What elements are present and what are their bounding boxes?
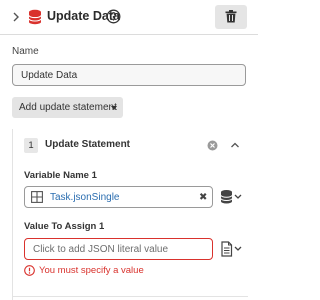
chevron-right-icon[interactable] xyxy=(11,11,21,23)
database-dropdown-icon[interactable] xyxy=(220,189,242,205)
help-icon[interactable] xyxy=(106,9,121,24)
chevron-up-icon[interactable] xyxy=(230,141,240,149)
trash-icon xyxy=(225,10,237,23)
value-to-assign-label: Value To Assign 1 xyxy=(24,221,105,232)
statement-title: Update Statement xyxy=(45,139,131,150)
database-icon xyxy=(28,9,42,25)
name-input[interactable]: Update Data xyxy=(12,64,246,86)
clear-icon[interactable]: ✖ xyxy=(199,193,207,203)
update-statement-section: 1 Update Statement Variable Name 1 Task.… xyxy=(12,129,248,300)
name-label: Name xyxy=(12,46,39,57)
table-icon xyxy=(31,191,43,203)
section-divider xyxy=(13,296,248,297)
error-message: You must specify a value xyxy=(39,265,144,276)
header-divider xyxy=(0,34,258,35)
statement-number-badge: 1 xyxy=(24,138,38,153)
variable-name-value: Task.jsonSingle xyxy=(50,192,120,203)
variable-name-field[interactable]: Task.jsonSingle ✖ xyxy=(24,186,213,208)
error-icon xyxy=(24,265,35,276)
add-update-statement-label: Add update statement xyxy=(19,102,117,113)
panel-header: Update Data xyxy=(0,0,258,34)
document-dropdown-icon[interactable] xyxy=(220,241,242,257)
delete-button[interactable] xyxy=(215,5,247,29)
update-data-panel: Update Data Name Update Data Add update … xyxy=(0,0,258,300)
variable-name-label: Variable Name 1 xyxy=(24,170,97,181)
caret-down-icon xyxy=(111,106,117,110)
remove-statement-icon[interactable] xyxy=(207,140,218,151)
value-to-assign-field[interactable]: Click to add JSON literal value xyxy=(24,238,213,260)
add-update-statement-button[interactable]: Add update statement xyxy=(12,97,123,118)
